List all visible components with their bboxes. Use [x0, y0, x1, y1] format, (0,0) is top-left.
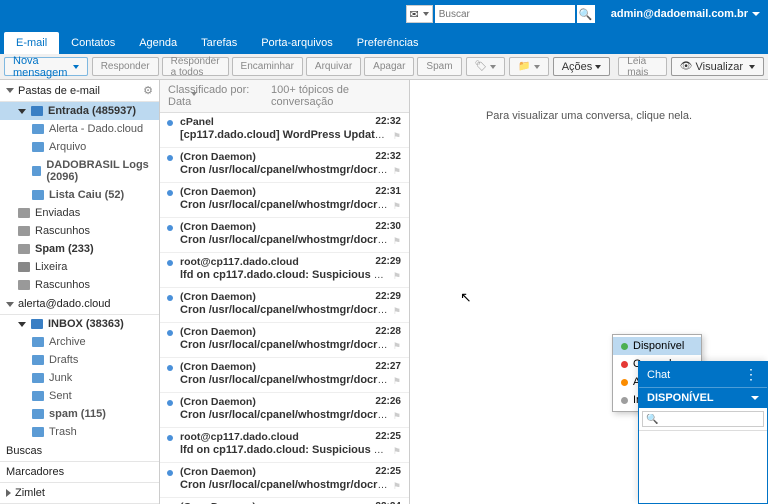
message-item[interactable]: cPanel22:32[cp117.dado.cloud] WordPress … — [160, 113, 409, 148]
subfolder[interactable]: Alerta - Dado.cloud — [0, 120, 159, 138]
read-more-button[interactable]: Leia mais — [618, 57, 667, 76]
tag-button[interactable]: 🏷 — [466, 57, 506, 76]
subfolder[interactable]: Drafts — [0, 351, 159, 369]
searches-header[interactable]: Buscas — [0, 441, 159, 462]
folders-header[interactable]: Pastas de e-mail⚙ — [0, 80, 159, 102]
chat-status-bar[interactable]: DISPONÍVEL — [639, 387, 767, 408]
main-nav: E-mailContatosAgendaTarefasPorta-arquivo… — [0, 28, 768, 54]
subfolder[interactable]: Lista Caiu (52) — [0, 186, 159, 204]
new-message-button[interactable]: Nova mensagem — [4, 57, 88, 76]
chat-panel: Chat⋮ DISPONÍVEL — [638, 361, 768, 504]
message-item[interactable]: (Cron Daemon)22:31Cron /usr/local/cpanel… — [160, 183, 409, 218]
message-item[interactable]: root@cp117.dado.cloud22:29lfd on cp117.d… — [160, 253, 409, 288]
folder-inbox[interactable]: Entrada (485937) — [0, 102, 159, 120]
flag-icon[interactable]: ⚑ — [393, 201, 401, 212]
list-sort-header[interactable]: Classificado por: Data 100+ tópicos de c… — [160, 80, 409, 113]
toolbar-apagar[interactable]: Apagar — [364, 57, 414, 76]
account-menu[interactable]: admin@dadoemail.com.br — [611, 8, 760, 20]
unread-dot-icon — [167, 330, 173, 336]
unread-dot-icon — [167, 400, 173, 406]
subfolder[interactable]: Sent — [0, 387, 159, 405]
flag-icon[interactable]: ⚑ — [393, 306, 401, 317]
message-item[interactable]: (Cron Daemon)22:26Cron /usr/local/cpanel… — [160, 393, 409, 428]
move-button[interactable]: 📁 — [509, 57, 548, 76]
unread-dot-icon — [167, 365, 173, 371]
subfolder[interactable]: Arquivo — [0, 138, 159, 156]
actions-button[interactable]: Ações — [553, 57, 611, 76]
flag-icon[interactable]: ⚑ — [393, 411, 401, 422]
topbar: ✉ 🔍 admin@dadoemail.com.br — [0, 0, 768, 28]
subfolder[interactable]: DADOBRASIL Logs (2096) — [0, 156, 159, 186]
folder-drafts[interactable]: Rascunhos — [0, 222, 159, 240]
subfolder[interactable]: Archive — [0, 333, 159, 351]
tab-preferências[interactable]: Preferências — [345, 32, 431, 54]
flag-icon[interactable]: ⚑ — [393, 271, 401, 282]
message-item[interactable]: (Cron Daemon)22:28Cron /usr/local/cpanel… — [160, 323, 409, 358]
chat-title-bar[interactable]: Chat⋮ — [639, 362, 767, 387]
toolbar-responder[interactable]: Responder — [92, 57, 159, 76]
flag-icon[interactable]: ⚑ — [393, 131, 401, 142]
chat-search — [639, 408, 767, 431]
chat-search-input[interactable] — [642, 411, 764, 427]
chat-menu-icon[interactable]: ⋮ — [744, 366, 759, 383]
flag-icon[interactable]: ⚑ — [393, 236, 401, 247]
unread-dot-icon — [167, 260, 173, 266]
unread-dot-icon — [167, 155, 173, 161]
flag-icon[interactable]: ⚑ — [393, 376, 401, 387]
message-item[interactable]: (Cron Daemon)22:25Cron /usr/local/cpanel… — [160, 463, 409, 498]
folder-trash[interactable]: Lixeira — [0, 258, 159, 276]
tab-e-mail[interactable]: E-mail — [4, 32, 59, 54]
unread-dot-icon — [167, 435, 173, 441]
message-item[interactable]: (Cron Daemon)22:30Cron /usr/local/cpanel… — [160, 218, 409, 253]
unread-dot-icon — [167, 225, 173, 231]
subfolder[interactable]: Junk — [0, 369, 159, 387]
flag-icon[interactable]: ⚑ — [393, 166, 401, 177]
folder-spam[interactable]: Spam (233) — [0, 240, 159, 258]
flag-icon[interactable]: ⚑ — [393, 481, 401, 492]
tab-agenda[interactable]: Agenda — [127, 32, 189, 54]
flag-icon[interactable]: ⚑ — [393, 446, 401, 457]
toolbar-encaminhar[interactable]: Encaminhar — [232, 57, 303, 76]
unread-dot-icon — [167, 470, 173, 476]
toolbar-spam[interactable]: Spam — [417, 57, 461, 76]
tab-tarefas[interactable]: Tarefas — [189, 32, 249, 54]
tab-contatos[interactable]: Contatos — [59, 32, 127, 54]
unread-dot-icon — [167, 190, 173, 196]
search-scope[interactable]: ✉ — [406, 5, 433, 23]
tags-header[interactable]: Marcadores — [0, 462, 159, 483]
unread-dot-icon — [167, 120, 173, 126]
message-list-pane: Classificado por: Data 100+ tópicos de c… — [160, 80, 410, 504]
tab-porta-arquivos[interactable]: Porta-arquivos — [249, 32, 345, 54]
zimlets-header[interactable]: Zimlet — [0, 483, 159, 504]
search-button[interactable]: 🔍 — [577, 5, 595, 23]
message-item[interactable]: (Cron Daemon)22:24Cron /usr/local/cpanel… — [160, 498, 409, 504]
account2-header[interactable]: alerta@dado.cloud — [0, 294, 159, 315]
toolbar-responder a todos[interactable]: Responder a todos — [162, 57, 229, 76]
folder-drafts2[interactable]: Rascunhos — [0, 276, 159, 294]
sidebar: Pastas de e-mail⚙ Entrada (485937) Alert… — [0, 80, 160, 504]
message-item[interactable]: (Cron Daemon)22:27Cron /usr/local/cpanel… — [160, 358, 409, 393]
message-item[interactable]: root@cp117.dado.cloud22:25lfd on cp117.d… — [160, 428, 409, 463]
flag-icon[interactable]: ⚑ — [393, 341, 401, 352]
toolbar-arquivar[interactable]: Arquivar — [306, 57, 361, 76]
folder-inbox2[interactable]: INBOX (38363) — [0, 315, 159, 333]
folder-sent[interactable]: Enviadas — [0, 204, 159, 222]
message-item[interactable]: (Cron Daemon)22:29Cron /usr/local/cpanel… — [160, 288, 409, 323]
message-item[interactable]: (Cron Daemon)22:32Cron /usr/local/cpanel… — [160, 148, 409, 183]
subfolder[interactable]: Trash — [0, 423, 159, 441]
subfolder[interactable]: spam (115) — [0, 405, 159, 423]
status-disponível[interactable]: Disponível — [613, 337, 701, 355]
unread-dot-icon — [167, 295, 173, 301]
view-button[interactable]: 👁 Visualizar — [671, 57, 764, 76]
search-input[interactable] — [435, 5, 575, 23]
toolbar: Nova mensagem ResponderResponder a todos… — [0, 54, 768, 80]
